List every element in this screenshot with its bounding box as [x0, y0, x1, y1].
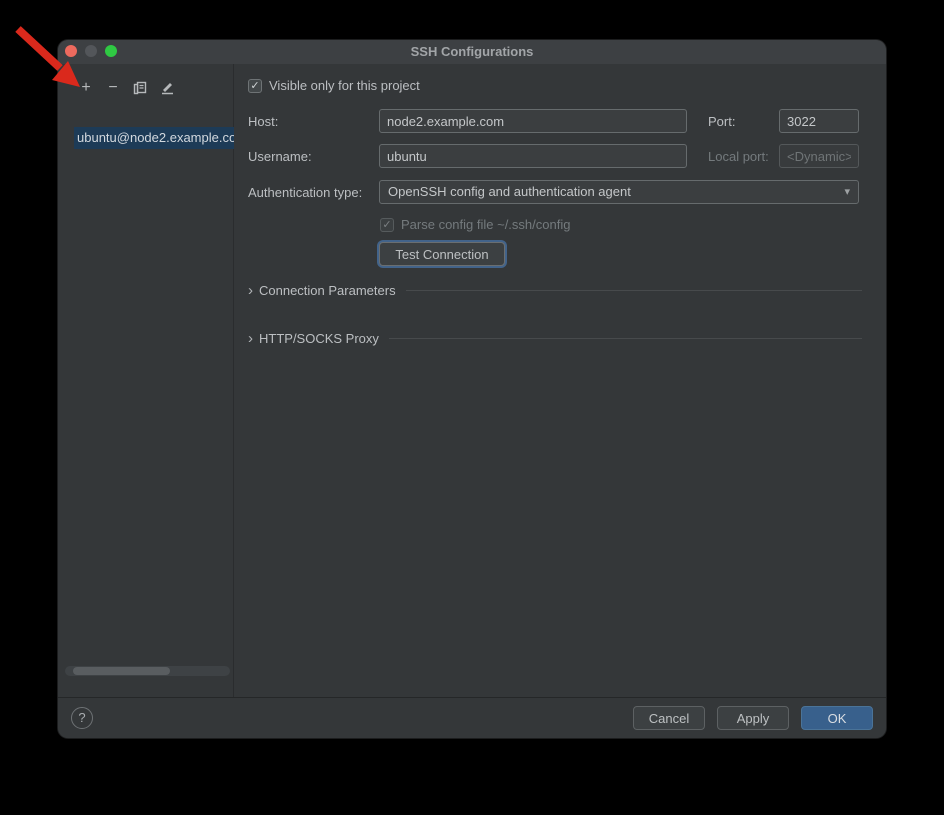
parse-config-row: ✓ Parse config file ~/.ssh/config — [380, 217, 570, 232]
scrollbar-thumb[interactable] — [73, 667, 170, 675]
chevron-down-icon: ▾ — [844, 181, 850, 203]
port-input[interactable] — [779, 109, 859, 133]
ssh-configurations-dialog: SSH Configurations + − — [58, 40, 886, 738]
http-socks-proxy-section[interactable]: › HTTP/SOCKS Proxy — [248, 331, 862, 346]
host-row: Host: Port: — [248, 109, 859, 133]
title-bar: SSH Configurations — [58, 40, 886, 64]
configurations-sidebar: + − ubuntu@node2.exam — [58, 64, 234, 697]
parse-config-label: Parse config file ~/.ssh/config — [401, 217, 570, 232]
port-label: Port: — [708, 114, 758, 129]
sidebar-horizontal-scrollbar[interactable] — [65, 666, 230, 676]
username-label: Username: — [248, 149, 379, 164]
username-row: Username: Local port: — [248, 144, 859, 168]
auth-type-select[interactable]: OpenSSH config and authentication agent … — [379, 180, 859, 204]
connection-parameters-section[interactable]: › Connection Parameters — [248, 283, 862, 298]
local-port-input — [779, 144, 859, 168]
chevron-right-icon: › — [248, 332, 253, 346]
ssh-config-list-item[interactable]: ubuntu@node2.example.com — [74, 127, 234, 149]
parse-config-checkbox: ✓ — [380, 218, 394, 232]
host-input[interactable] — [379, 109, 687, 133]
screen: SSH Configurations + − — [0, 0, 944, 815]
auth-type-row: Authentication type: OpenSSH config and … — [248, 180, 859, 204]
dialog-footer: ? Cancel Apply OK — [58, 697, 886, 738]
visible-project-label: Visible only for this project — [269, 78, 420, 93]
chevron-right-icon: › — [248, 284, 253, 298]
help-button[interactable]: ? — [71, 707, 93, 729]
auth-type-value: OpenSSH config and authentication agent — [388, 184, 631, 199]
config-form: ✓ Visible only for this project Host: Po… — [235, 64, 886, 697]
remove-icon[interactable]: − — [105, 80, 121, 96]
visible-project-row: ✓ Visible only for this project — [248, 78, 420, 93]
host-label: Host: — [248, 114, 379, 129]
visible-project-checkbox[interactable]: ✓ — [248, 79, 262, 93]
http-socks-proxy-label: HTTP/SOCKS Proxy — [259, 331, 379, 346]
ok-button[interactable]: OK — [801, 706, 873, 730]
local-port-label: Local port: — [708, 149, 758, 164]
edit-icon[interactable] — [159, 80, 175, 96]
section-divider — [389, 338, 862, 339]
apply-button[interactable]: Apply — [717, 706, 789, 730]
add-icon[interactable]: + — [78, 80, 94, 96]
section-divider — [406, 290, 862, 291]
username-input[interactable] — [379, 144, 687, 168]
auth-type-label: Authentication type: — [248, 185, 379, 200]
sidebar-toolbar: + − — [58, 64, 233, 100]
window-title: SSH Configurations — [58, 40, 886, 64]
test-connection-button[interactable]: Test Connection — [379, 242, 505, 266]
connection-parameters-label: Connection Parameters — [259, 283, 396, 298]
copy-icon[interactable] — [132, 80, 148, 96]
cancel-button[interactable]: Cancel — [633, 706, 705, 730]
